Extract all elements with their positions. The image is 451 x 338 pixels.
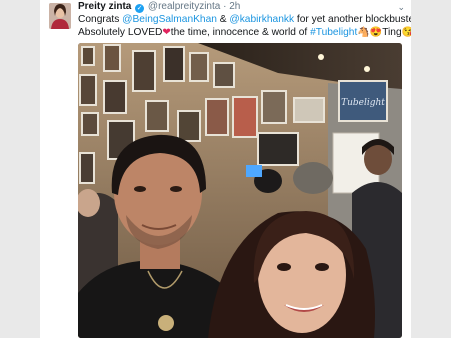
tweet-line-1: Congrats @BeingSalmanKhan & @kabirkhankk… [78, 13, 411, 26]
text-absolutely-loved: Absolutely LOVED [78, 27, 163, 38]
text-blockbuster: for yet another blockbuster [294, 14, 411, 25]
text-amp: & [216, 14, 230, 25]
text-the-time: the time, innocence & world of [170, 27, 311, 38]
hashtag-tubelight[interactable]: #Tubelight [310, 27, 357, 38]
tweet-line-2: Absolutely LOVED❤the time, innocence & w… [78, 26, 411, 39]
verified-icon: ✓ [135, 4, 145, 13]
text-ting: Ting [382, 27, 402, 38]
author-name[interactable]: Preity zinta [78, 1, 131, 12]
poster-title: Tubelight [341, 98, 385, 108]
author-avatar[interactable] [49, 3, 71, 29]
tweet-header: Preity zinta ✓ @realpreityzinta · 2h ⌄ [78, 1, 405, 13]
tweet-card: Preity zinta ✓ @realpreityzinta · 2h ⌄ C… [40, 0, 411, 338]
horse-emoji-icon: 🐴 [357, 27, 370, 38]
author-handle[interactable]: @realpreityzinta [148, 1, 220, 12]
tweet-timestamp[interactable]: 2h [229, 1, 240, 12]
tweet-text: Congrats @BeingSalmanKhan & @kabirkhankk… [78, 13, 411, 39]
mention-beingsalmankhan[interactable]: @BeingSalmanKhan [122, 14, 217, 25]
heart-eyes-emoji-icon: 😍 [369, 27, 383, 38]
chevron-down-icon[interactable]: ⌄ [397, 1, 405, 13]
text-congrats: Congrats [78, 14, 123, 25]
kiss-emoji-icon: 😘 [401, 27, 411, 38]
tweet-photo[interactable]: Tubelight [78, 43, 402, 338]
tubelight-poster: Tubelight [338, 80, 388, 122]
separator-dot: · [223, 1, 227, 12]
mention-kabirkhankk[interactable]: @kabirkhankk [229, 14, 294, 25]
heart-emoji-icon: ❤ [162, 27, 171, 38]
